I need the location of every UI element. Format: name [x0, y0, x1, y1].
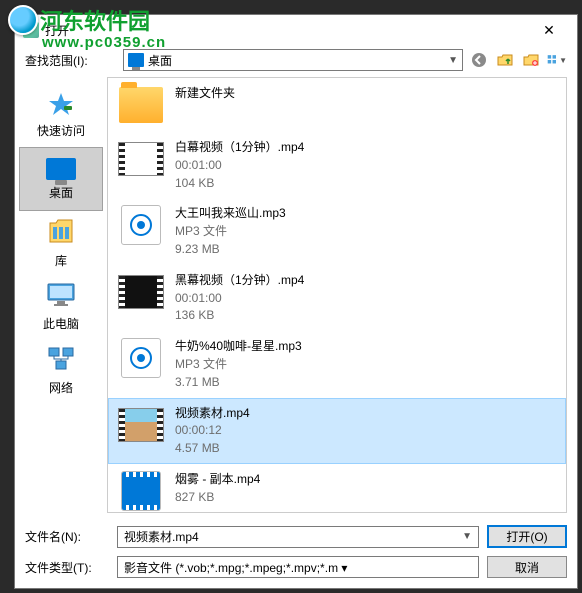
toolbar: ▼ [469, 50, 567, 70]
filename-label: 文件名(N): [25, 528, 109, 545]
open-file-dialog: 打开 ✕ 查找范围(I): 桌面 ▼ ▼ [14, 14, 578, 589]
file-meta: 00:01:00 [175, 290, 304, 307]
file-meta: 00:01:00 [175, 157, 304, 174]
bottom-panel: 文件名(N): 视频素材.mp4 ▼ 打开(O) 文件类型(T): 影音文件 (… [15, 517, 577, 588]
close-button[interactable]: ✕ [529, 18, 569, 42]
view-menu-button[interactable]: ▼ [547, 50, 567, 70]
file-meta: 9.23 MB [175, 241, 286, 258]
list-item[interactable]: 新建文件夹 [108, 78, 566, 132]
folder-up-icon [497, 52, 513, 68]
chevron-down-icon: ▼ [559, 56, 567, 65]
filetype-label: 文件类型(T): [25, 559, 109, 576]
video-file-icon [121, 471, 161, 511]
up-button[interactable] [495, 50, 515, 70]
desktop-icon [128, 53, 144, 67]
file-name: 烟雾 - 副本.mp4 [175, 471, 260, 488]
libraries-icon [48, 217, 74, 248]
quick-access-icon [47, 92, 75, 118]
place-this-pc[interactable]: 此电脑 [19, 275, 103, 339]
new-folder-button[interactable] [521, 50, 541, 70]
file-meta: 104 KB [175, 175, 304, 192]
file-meta: 00:00:12 [175, 422, 250, 439]
chevron-down-icon: ▼ [462, 531, 472, 542]
places-bar: 快速访问 桌面 库 此电脑 网络 [15, 77, 107, 517]
lookin-label: 查找范围(I): [25, 52, 117, 69]
list-item[interactable]: 黑幕视频（1分钟）.mp4 00:01:00 136 KB [108, 265, 566, 331]
file-name: 黑幕视频（1分钟）.mp4 [175, 272, 304, 289]
filename-combo[interactable]: 视频素材.mp4 ▼ [117, 526, 479, 548]
file-meta: 4.57 MB [175, 440, 250, 457]
place-quick-access[interactable]: 快速访问 [19, 83, 103, 147]
file-meta: MP3 文件 [175, 223, 286, 240]
body-area: 快速访问 桌面 库 此电脑 网络 [15, 77, 577, 517]
list-item[interactable]: 视频素材.mp4 00:00:12 4.57 MB [108, 398, 566, 464]
place-label: 此电脑 [43, 315, 79, 332]
video-thumb-icon [118, 142, 164, 176]
place-libraries[interactable]: 库 [19, 211, 103, 275]
list-item[interactable]: 烟雾 - 副本.mp4 827 KB [108, 464, 566, 513]
cancel-button[interactable]: 取消 [487, 556, 567, 578]
lookin-row: 查找范围(I): 桌面 ▼ ▼ [15, 45, 577, 77]
file-meta: 827 KB [175, 489, 260, 506]
this-pc-icon [46, 282, 76, 311]
chevron-down-icon: ▼ [448, 55, 458, 66]
mp3-icon [121, 338, 161, 378]
video-thumb-icon [118, 275, 164, 309]
filename-value: 视频素材.mp4 [124, 528, 462, 545]
list-item[interactable]: 牛奶%40咖啡-星星.mp3 MP3 文件 3.71 MB [108, 331, 566, 397]
back-icon [471, 52, 487, 68]
place-label: 桌面 [49, 184, 73, 201]
file-name: 牛奶%40咖啡-星星.mp3 [175, 338, 302, 355]
place-label: 快速访问 [37, 122, 85, 139]
file-name: 白幕视频（1分钟）.mp4 [175, 139, 304, 156]
place-label: 库 [55, 252, 67, 269]
titlebar: 打开 ✕ [15, 15, 577, 45]
place-network[interactable]: 网络 [19, 339, 103, 403]
place-label: 网络 [49, 379, 73, 396]
lookin-value: 桌面 [148, 52, 444, 69]
desktop-icon [46, 158, 76, 180]
video-thumb-icon [118, 408, 164, 442]
filetype-combo[interactable]: 影音文件 (*.vob;*.mpg;*.mpeg;*.mpv;*.m ▾ [117, 556, 479, 578]
filetype-value: 影音文件 (*.vob;*.mpg;*.mpeg;*.mpv;*.m ▾ [124, 559, 472, 576]
place-desktop[interactable]: 桌面 [19, 147, 103, 211]
file-meta: MP3 文件 [175, 356, 302, 373]
new-folder-icon [523, 52, 539, 68]
file-name: 视频素材.mp4 [175, 405, 250, 422]
file-meta: 136 KB [175, 307, 304, 324]
file-name: 新建文件夹 [175, 85, 235, 102]
file-name: 大王叫我来巡山.mp3 [175, 205, 286, 222]
folder-icon [119, 87, 163, 123]
list-item[interactable]: 大王叫我来巡山.mp3 MP3 文件 9.23 MB [108, 198, 566, 264]
view-icon [547, 52, 558, 68]
mp3-icon [121, 205, 161, 245]
file-list[interactable]: 新建文件夹 白幕视频（1分钟）.mp4 00:01:00 104 KB 大王叫我… [107, 77, 567, 513]
app-icon [23, 22, 39, 38]
dialog-title: 打开 [45, 22, 529, 39]
list-item[interactable]: 白幕视频（1分钟）.mp4 00:01:00 104 KB [108, 132, 566, 198]
network-icon [46, 346, 76, 375]
file-meta: 3.71 MB [175, 374, 302, 391]
back-button[interactable] [469, 50, 489, 70]
open-button[interactable]: 打开(O) [487, 525, 567, 548]
lookin-combo[interactable]: 桌面 ▼ [123, 49, 463, 71]
